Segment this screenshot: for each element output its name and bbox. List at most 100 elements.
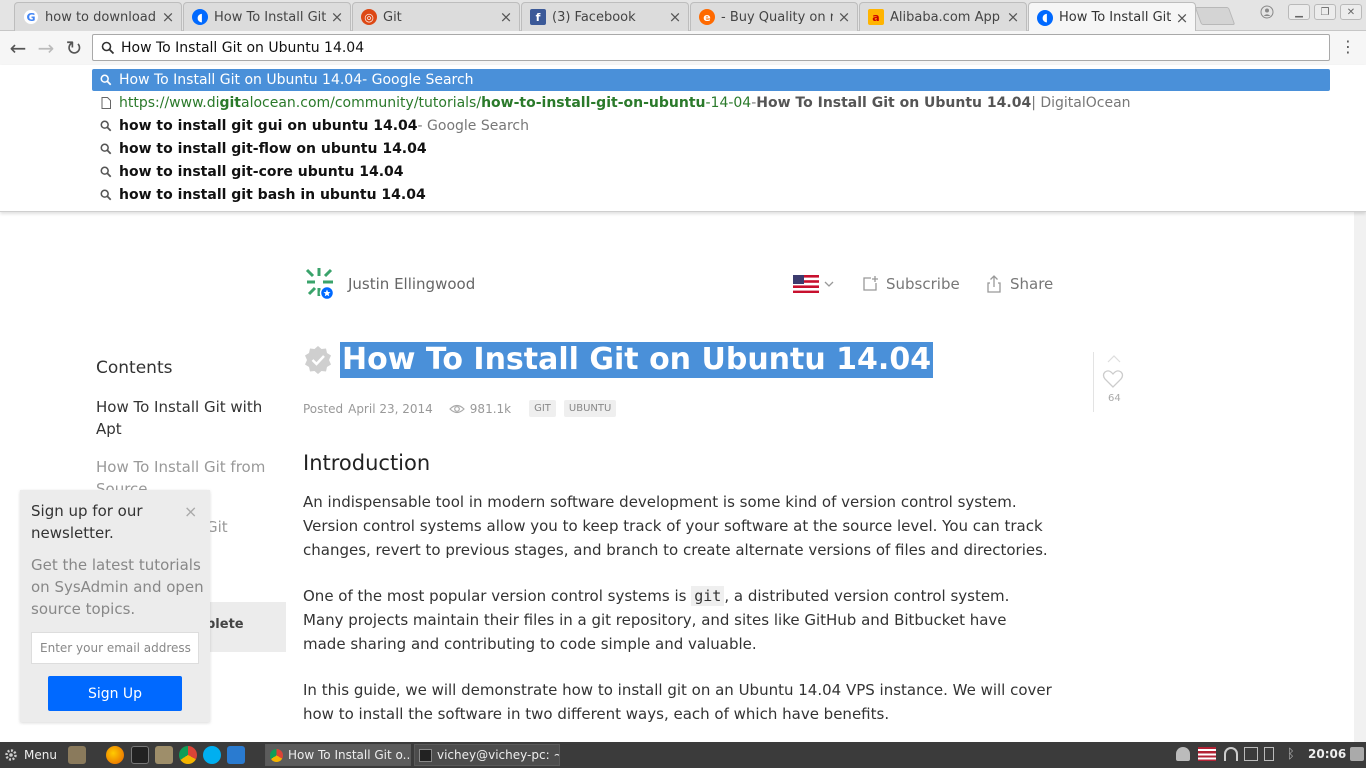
toc-item-apt[interactable]: How To Install Git with Apt <box>96 396 266 440</box>
email-field[interactable] <box>31 632 199 664</box>
close-icon[interactable]: × <box>330 8 344 26</box>
alibaba-icon: a <box>868 9 884 25</box>
digitalocean-icon: ◖ <box>1037 9 1053 26</box>
subscribe-icon <box>863 276 878 291</box>
posted-date: April 23, 2014 <box>348 401 433 416</box>
folder-icon[interactable] <box>155 746 173 764</box>
back-arrow-icon[interactable]: ← <box>5 35 31 61</box>
firefox-icon[interactable] <box>106 746 124 764</box>
paragraph-1: An indispensable tool in modern software… <box>303 493 1048 559</box>
address-bar[interactable] <box>92 34 1330 61</box>
close-icon[interactable]: × <box>1175 9 1189 27</box>
paragraph-3: In this guide, we will demonstrate how t… <box>303 681 1052 723</box>
suggestion-search-4[interactable]: how to install git-core ubuntu 14.04 <box>92 161 1330 183</box>
subscribe-label: Subscribe <box>886 275 960 293</box>
omnibox-suggestions: How To Install Git on Ubuntu 14.04 - Goo… <box>0 65 1366 212</box>
tab-title: How To Install Git <box>1059 10 1171 25</box>
heart-icon[interactable] <box>1102 369 1124 389</box>
page-title: How To Install Git on Ubuntu 14.04 <box>340 342 934 378</box>
show-desktop-icon[interactable] <box>68 746 86 764</box>
tab-alibaba[interactable]: a Alibaba.com App × <box>859 2 1027 31</box>
close-icon[interactable]: × <box>668 8 682 26</box>
tag-ubuntu[interactable]: UBUNTU <box>563 400 617 417</box>
start-menu-button[interactable]: Menu <box>4 746 57 764</box>
clock[interactable]: 20:06 <box>1308 747 1346 761</box>
language-flag-icon[interactable] <box>793 273 837 295</box>
eye-icon <box>448 404 465 413</box>
menu-label: Menu <box>24 748 57 762</box>
notification-icon[interactable] <box>1350 747 1364 761</box>
introduction-heading: Introduction <box>303 451 431 475</box>
author-name[interactable]: Justin Ellingwood <box>348 275 475 293</box>
chevron-up-icon[interactable] <box>1107 355 1121 363</box>
forward-arrow-icon[interactable]: → <box>33 35 59 61</box>
tab-title: Git <box>383 9 402 25</box>
chrome-icon[interactable] <box>179 746 197 764</box>
newsletter-body: Get the latest tutorials on SysAdmin and… <box>31 556 204 618</box>
subscribe-button[interactable]: Subscribe <box>861 272 960 296</box>
taskbar-task-terminal[interactable]: vichey@vichey-pc: ~ <box>414 744 560 766</box>
tab-digitalocean-active[interactable]: ◖ How To Install Git × <box>1028 2 1196 32</box>
views-value: 981.1k <box>469 401 512 416</box>
vscode-icon[interactable] <box>227 746 245 764</box>
toc-complete-box[interactable]: plete <box>198 602 286 652</box>
terminal-icon[interactable] <box>131 746 149 764</box>
taskbar-task-chrome[interactable]: How To Install Git o... <box>265 744 411 766</box>
close-icon[interactable]: × <box>161 8 175 26</box>
posted-label: Posted <box>303 401 344 416</box>
page-scrollbar[interactable] <box>1354 212 1366 742</box>
suggestion-url[interactable]: https://www.di git alocean.com/community/t… <box>92 92 1330 114</box>
tab-title: how to download <box>45 9 157 25</box>
maximize-icon[interactable]: ❐ <box>1314 4 1336 20</box>
user-icon[interactable] <box>1176 747 1190 761</box>
task-label: vichey@vichey-pc: ~ <box>437 748 560 762</box>
close-window-icon[interactable]: ✕ <box>1340 4 1362 20</box>
network-icon[interactable] <box>1244 747 1258 761</box>
wifi-icon[interactable] <box>1224 747 1238 761</box>
views-count: 981.1k <box>448 401 512 416</box>
chrome-menu-icon[interactable]: ⋮ <box>1340 37 1356 59</box>
profile-icon[interactable] <box>1256 4 1278 20</box>
bluetooth-icon[interactable]: ᛒ <box>1287 747 1301 762</box>
paragraph-2: One of the most popular version control … <box>303 586 1010 653</box>
article-title-row: How To Install Git on Ubuntu 14.04 <box>303 342 934 378</box>
share-button[interactable]: Share <box>985 272 1053 296</box>
aliexpress-icon: e <box>699 9 715 25</box>
tag-git[interactable]: GIT <box>529 400 556 417</box>
suggestion-google-search[interactable]: How To Install Git on Ubuntu 14.04 - Goo… <box>92 69 1330 91</box>
suggestion-search-2[interactable]: how to install git gui on ubuntu 14.04 -… <box>92 115 1330 137</box>
keyboard-layout-flag-icon[interactable] <box>1198 747 1216 761</box>
suggestion-search-5[interactable]: how to install git bash in ubuntu 14.04 <box>92 184 1330 206</box>
page-icon <box>98 97 114 109</box>
battery-icon[interactable] <box>1264 747 1274 761</box>
skype-icon[interactable] <box>203 746 221 764</box>
tab-digitalocean-1[interactable]: ◖ How To Install Git × <box>183 2 351 31</box>
close-icon[interactable]: × <box>499 8 513 26</box>
terminal-icon <box>419 748 432 762</box>
tab-google-search[interactable]: G how to download × <box>14 2 182 31</box>
close-icon[interactable]: × <box>184 502 197 521</box>
like-count: 64 <box>1108 393 1121 404</box>
author-avatar[interactable] <box>303 266 337 300</box>
tab-aliexpress[interactable]: e - Buy Quality on n × <box>690 2 858 31</box>
address-input[interactable] <box>121 39 1301 56</box>
tab-title: - Buy Quality on n <box>721 9 833 25</box>
search-icon <box>98 189 114 201</box>
browser-toolbar: ← → ↻ ⋮ <box>0 31 1366 65</box>
google-icon: G <box>23 9 39 25</box>
toc-title: Contents <box>96 358 173 378</box>
search-icon <box>98 166 114 178</box>
close-icon[interactable]: × <box>837 8 851 26</box>
like-widget: 64 <box>1093 352 1124 412</box>
suggestion-search-3[interactable]: how to install git-flow on ubuntu 14.04 <box>92 138 1330 160</box>
tab-ubuntu-git[interactable]: ◎ Git × <box>352 2 520 31</box>
share-icon <box>987 275 1001 293</box>
chrome-icon <box>270 748 283 762</box>
minimize-icon[interactable]: ▁ <box>1288 4 1310 20</box>
sign-up-button[interactable]: Sign Up <box>48 676 182 711</box>
ubuntu-icon: ◎ <box>361 9 377 25</box>
tab-facebook[interactable]: f (3) Facebook × <box>521 2 689 31</box>
reload-icon[interactable]: ↻ <box>61 35 87 61</box>
close-icon[interactable]: × <box>1006 8 1020 26</box>
new-tab-button[interactable] <box>1194 7 1236 25</box>
